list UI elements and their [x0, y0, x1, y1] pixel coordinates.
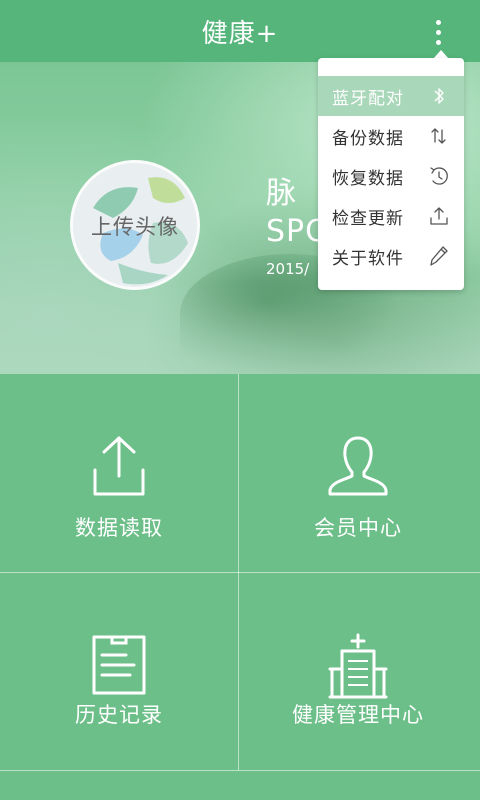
hero-title: 脉 [266, 176, 300, 211]
pencil-icon [428, 245, 450, 267]
backup-icon [428, 125, 450, 147]
grid-divider-horizontal-bottom [0, 770, 480, 771]
upload-icon [93, 436, 145, 496]
menu-item-backup[interactable]: 备份数据 [318, 116, 464, 156]
tile-label: 会员中心 [314, 516, 402, 540]
menu-item-label: 恢复数据 [332, 168, 404, 189]
tile-label: 健康管理中心 [292, 703, 424, 727]
more-vert-icon-dot-3 [435, 39, 441, 45]
user-icon [328, 436, 388, 496]
update-icon [428, 205, 450, 227]
menu-item-about[interactable]: 关于软件 [318, 236, 464, 276]
overflow-menu: 蓝牙配对 备份数据 恢复数据 检查更新 关于软件 [318, 58, 464, 290]
more-vert-icon [435, 19, 441, 25]
tile-label: 历史记录 [75, 703, 163, 727]
tile-label: 数据读取 [75, 516, 163, 540]
app-header: 健康+ [0, 0, 480, 62]
tile-data-read[interactable]: 数据读取 [0, 374, 238, 571]
menu-item-bluetooth-pairing[interactable]: 蓝牙配对 [318, 76, 464, 116]
avatar-label: 上传头像 [91, 215, 179, 239]
notes-icon [92, 635, 146, 695]
tile-history[interactable]: 历史记录 [0, 573, 238, 770]
tile-health-management[interactable]: 健康管理中心 [239, 573, 477, 770]
tile-member-center[interactable]: 会员中心 [239, 374, 477, 571]
menu-item-check-update[interactable]: 检查更新 [318, 196, 464, 236]
restore-icon [428, 165, 450, 187]
app-title: 健康+ [201, 18, 279, 49]
hero-date: 2015/ [266, 260, 310, 278]
hospital-icon [328, 633, 388, 699]
menu-item-label: 蓝牙配对 [332, 88, 404, 109]
menu-item-label: 关于软件 [332, 248, 404, 269]
banner-shade [0, 284, 480, 374]
avatar-upload[interactable]: 上传头像 [70, 160, 200, 290]
feature-grid: 数据读取 会员中心 历史记录 健康管理中心 [0, 374, 480, 800]
more-vert-icon-dot-2 [435, 29, 441, 35]
more-menu-button[interactable] [420, 12, 456, 52]
menu-item-restore[interactable]: 恢复数据 [318, 156, 464, 196]
menu-item-label: 检查更新 [332, 208, 404, 229]
bluetooth-icon [428, 85, 450, 107]
menu-item-label: 备份数据 [332, 128, 404, 149]
